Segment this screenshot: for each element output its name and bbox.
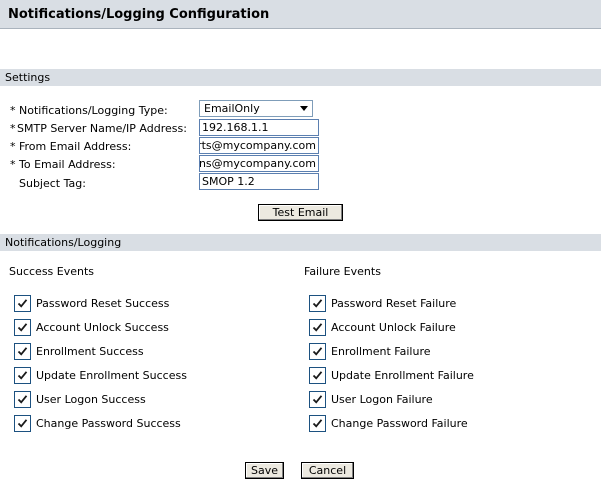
success-event-checkbox-label: Enrollment Success [36,345,144,358]
required-mark: * [10,122,16,135]
success-event-checkbox-label: Password Reset Success [36,297,170,310]
checkmark-icon [17,299,28,308]
success-event-checkbox-label: User Logon Success [36,393,146,406]
checkmark-icon [312,299,323,308]
success-event-checkbox[interactable] [14,343,31,360]
checkmark-icon [312,371,323,380]
notification-type-select[interactable]: EmailOnly [199,100,313,117]
required-mark: * [10,104,16,117]
smtp-server-label: SMTP Server Name/IP Address: [17,122,187,135]
page-title: Notifications/Logging Configuration [8,7,270,22]
subject-tag-input[interactable]: SMOP 1.2 [199,173,319,190]
required-mark: * [10,140,16,153]
success-event-checkbox[interactable] [14,319,31,336]
to-email-label: To Email Address: [19,158,116,171]
failure-event-checkbox[interactable] [309,415,326,432]
checkmark-icon [17,395,28,404]
failure-event-checkbox[interactable] [309,391,326,408]
checkmark-icon [17,371,28,380]
subject-tag-label: Subject Tag: [19,177,86,190]
save-button[interactable]: Save [245,462,284,479]
success-events-header: Success Events [9,265,95,278]
settings-section-header: Settings [0,69,601,86]
success-event-checkbox[interactable] [14,415,31,432]
failure-event-checkbox-label: Account Unlock Failure [331,321,456,334]
notifications-section-header: Notifications/Logging [0,234,601,251]
test-email-button[interactable]: Test Email [258,204,343,221]
failure-event-checkbox-label: Update Enrollment Failure [331,369,474,382]
failure-event-checkbox-label: Change Password Failure [331,417,468,430]
settings-header-label: Settings [5,71,51,84]
smtp-server-input[interactable]: 192.168.1.1 [199,119,319,136]
success-event-checkbox-label: Update Enrollment Success [36,369,187,382]
to-email-input[interactable]: ins@mycompany.com [199,155,319,172]
failure-event-checkbox-label: User Logon Failure [331,393,433,406]
failure-event-checkbox-label: Password Reset Failure [331,297,457,310]
failure-event-checkbox[interactable] [309,319,326,336]
cancel-button[interactable]: Cancel [301,462,354,479]
failure-event-checkbox-label: Enrollment Failure [331,345,431,358]
success-event-checkbox-label: Change Password Success [36,417,181,430]
checkmark-icon [17,419,28,428]
success-event-checkbox[interactable] [14,391,31,408]
checkmark-icon [312,395,323,404]
checkmark-icon [17,347,28,356]
checkmark-icon [312,347,323,356]
notification-type-label: Notifications/Logging Type: [19,104,168,117]
from-email-label: From Email Address: [19,140,132,153]
title-bar: Notifications/Logging Configuration [0,0,601,29]
notifications-header-label: Notifications/Logging [5,236,122,249]
failure-event-checkbox[interactable] [309,295,326,312]
failure-event-checkbox[interactable] [309,367,326,384]
required-mark: * [10,158,16,171]
chevron-down-icon [300,106,308,111]
checkmark-icon [17,323,28,332]
checkmark-icon [312,419,323,428]
success-event-checkbox[interactable] [14,367,31,384]
failure-event-checkbox[interactable] [309,343,326,360]
success-event-checkbox[interactable] [14,295,31,312]
success-event-checkbox-label: Account Unlock Success [36,321,169,334]
from-email-input[interactable]: rts@mycompany.com [199,137,319,154]
checkmark-icon [312,323,323,332]
notification-type-value: EmailOnly [204,102,260,115]
failure-events-header: Failure Events [304,265,381,278]
